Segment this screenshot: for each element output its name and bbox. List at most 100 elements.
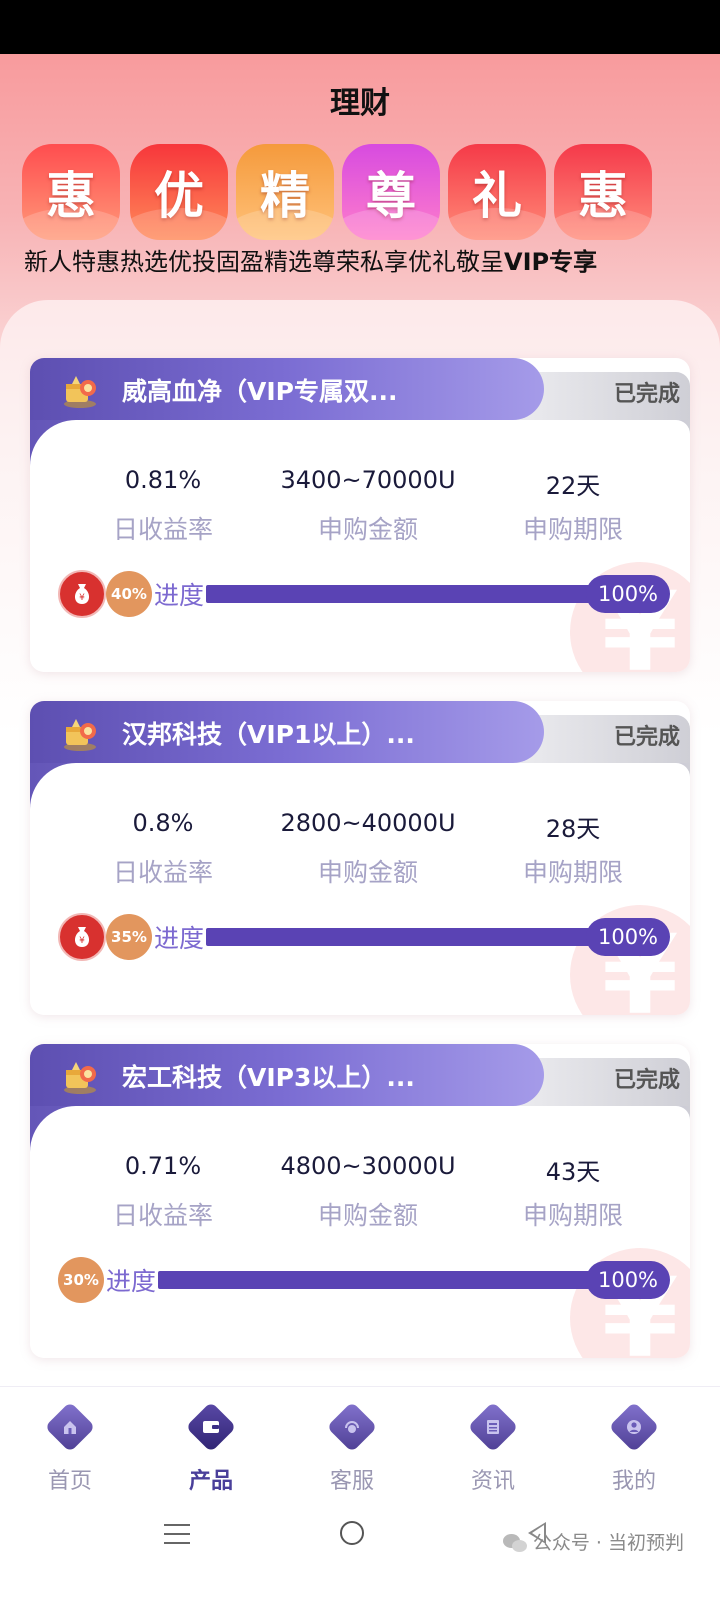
gift-box-icon [58,713,102,753]
headset-icon [326,1401,378,1453]
promo-badge-char: 惠 [46,167,96,225]
promo-badge[interactable]: 惠 [22,144,120,240]
promo-badge-char: 礼 [472,167,522,225]
daily-rate-value: 0.71% [124,1152,202,1180]
money-bag-icon: ¥ [58,913,106,961]
daily-rate-value: 0.8% [132,809,194,837]
stat-daily-rate: 0.81% 日收益率 [58,466,268,546]
watermark-credit: 公众号 · 当初预判 [502,1528,684,1555]
svg-text:¥: ¥ [79,936,85,946]
card-body: ¥ 0.81% 日收益率 3400~70000U 申购金额 22天 申购期限 ¥ [30,420,690,672]
svg-text:¥: ¥ [79,593,85,603]
progress-value-pill: 100% [586,1261,670,1299]
progress-percent-bubble: 30% [58,1257,104,1303]
nav-item-products[interactable]: 产品 [161,1401,261,1495]
nav-item-news[interactable]: 资讯 [443,1401,543,1495]
product-card[interactable]: 已完成 汉邦科技（VIP1以上）... ¥ 0.8% 日收益率 2800~400… [30,701,690,1015]
promo-caption: 新人特惠热选优投固盈精选尊荣私享优礼敬呈VIP专享 [24,242,704,277]
status-badge: 已完成 [613,382,680,407]
card-body: ¥ 0.8% 日收益率 2800~40000U 申购金额 28天 申购期限 ¥ [30,763,690,1015]
home-icon [44,1401,96,1453]
page-title: 理财 [330,86,390,121]
daily-rate-label: 日收益率 [112,1201,213,1230]
card-body: ¥ 0.71% 日收益率 4800~30000U 申购金额 43天 申购期限 3… [30,1106,690,1358]
promo-badge-char: 精 [260,167,310,225]
term-label: 申购期限 [522,858,623,887]
stat-term: 22天 申购期限 [468,466,678,546]
watermark-credit-text: 公众号 · 当初预判 [532,1532,684,1554]
promo-badge-char: 优 [154,167,204,225]
card-header: 威高血净（VIP专属双... [30,358,544,420]
promo-badge[interactable]: 优 [130,144,228,240]
promo-badge[interactable]: 尊 [342,144,440,240]
bottom-nav: 首页 产品 客服 资讯 我的 [0,1386,720,1506]
system-nav-bar: 公众号 · 当初预判 [0,1506,720,1600]
promo-badge-char: 尊 [366,167,416,225]
nav-label-profile: 我的 [611,1469,656,1494]
progress-value-pill: 100% [586,918,670,956]
nav-label-home: 首页 [47,1469,92,1494]
term-label: 申购期限 [522,1201,623,1230]
promo-caption-main: 新人特惠热选优投固盈精选尊荣私享优礼敬呈 [24,248,504,276]
status-badge: 已完成 [613,725,680,750]
menu-icon[interactable] [164,1524,190,1544]
nav-item-service[interactable]: 客服 [302,1401,402,1495]
progress-label: 进度 [106,1267,157,1296]
progress-bar: 100% [206,575,670,613]
promo-badge-char: 惠 [578,167,628,225]
promo-badge[interactable]: 礼 [448,144,546,240]
term-value: 28天 [545,815,601,843]
product-title: 宏工科技（VIP3以上）... [122,1063,415,1092]
progress-percent-bubble: 35% [106,914,152,960]
product-title: 威高血净（VIP专属双... [122,377,398,406]
nav-label-news: 资讯 [470,1469,515,1494]
stat-amount: 4800~30000U 申购金额 [263,1152,473,1232]
stat-term: 28天 申购期限 [468,809,678,889]
amount-value: 2800~40000U [280,809,456,837]
stat-daily-rate: 0.71% 日收益率 [58,1152,268,1232]
wechat-icon [502,1533,529,1554]
promo-caption-vip: VIP专享 [504,248,598,276]
amount-value: 4800~30000U [280,1152,456,1180]
daily-rate-label: 日收益率 [112,858,213,887]
gift-box-icon [58,370,102,410]
card-header: 汉邦科技（VIP1以上）... [30,701,544,763]
home-circle-icon[interactable] [340,1521,364,1545]
gift-box-icon [58,1056,102,1096]
status-badge: 已完成 [613,1068,680,1093]
status-bar [0,0,720,54]
amount-label: 申购金额 [317,1201,418,1230]
promo-badge[interactable]: 精 [236,144,334,240]
nav-item-home[interactable]: 首页 [20,1401,120,1495]
term-label: 申购期限 [522,515,623,544]
promo-badge[interactable]: 惠 [554,144,652,240]
daily-rate-value: 0.81% [124,466,202,494]
progress-label: 进度 [154,581,205,610]
wallet-icon [185,1401,237,1453]
progress-bar: 100% [158,1261,670,1299]
progress-row: ¥ 35% 进度 100% [58,913,670,961]
nav-label-products: 产品 [188,1469,233,1494]
stat-term: 43天 申购期限 [468,1152,678,1232]
nav-label-service: 客服 [329,1469,374,1494]
stat-amount: 3400~70000U 申购金额 [263,466,473,546]
amount-label: 申购金额 [317,858,418,887]
stat-amount: 2800~40000U 申购金额 [263,809,473,889]
product-card[interactable]: 已完成 宏工科技（VIP3以上）... ¥ 0.71% 日收益率 4800~30… [30,1044,690,1358]
profile-icon [608,1401,660,1453]
term-value: 43天 [545,1158,601,1186]
product-card[interactable]: 已完成 威高血净（VIP专属双... ¥ 0.81% 日收益率 3400~700… [30,358,690,672]
progress-row: ¥ 40% 进度 100% [58,570,670,618]
progress-row: 30% 进度 100% [58,1256,670,1304]
product-title: 汉邦科技（VIP1以上）... [122,720,415,749]
promo-badges: 惠 优 精 尊 礼 惠 [22,144,698,240]
daily-rate-label: 日收益率 [112,515,213,544]
progress-percent-bubble: 40% [106,571,152,617]
term-value: 22天 [545,472,601,500]
nav-item-profile[interactable]: 我的 [584,1401,684,1495]
amount-value: 3400~70000U [280,466,456,494]
amount-label: 申购金额 [317,515,418,544]
progress-label: 进度 [154,924,205,953]
money-bag-icon: ¥ [58,570,106,618]
progress-value-pill: 100% [586,575,670,613]
